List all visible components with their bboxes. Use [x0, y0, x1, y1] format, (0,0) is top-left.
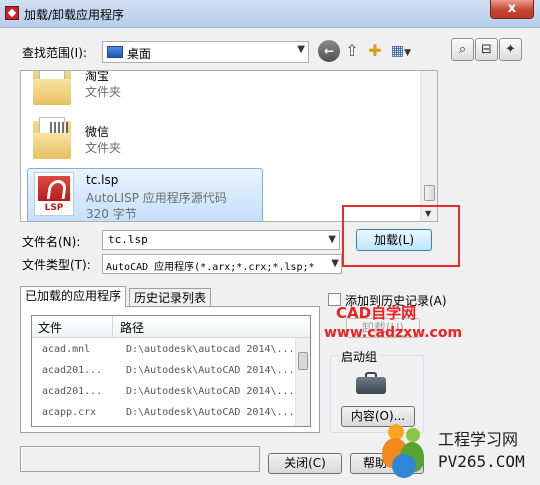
file-name: 淘宝	[85, 70, 110, 83]
watermark-brand: 工程学习网	[438, 430, 519, 449]
scrollbar-thumb[interactable]	[424, 185, 435, 201]
tab-history-list[interactable]: 历史记录列表	[129, 288, 212, 307]
look-in-label: 查找范围(I):	[22, 46, 87, 60]
folder-icon	[33, 71, 71, 105]
views-menu-icon[interactable]: ▦▼	[387, 40, 415, 62]
highlight-box	[342, 205, 460, 267]
file-list-scrollbar[interactable]: ▼	[420, 71, 437, 221]
load-unload-dialog: 加载/卸载应用程序 x 查找范围(I): 桌面 ▼ ← ⇧ ✚ ▦▼ ⌕ ⊟ ✦…	[0, 0, 540, 485]
look-in-value: 桌面	[127, 47, 152, 61]
loaded-apps-table[interactable]: 文件 路径 acad.mnl D:\autodesk\autocad 2014\.…	[31, 315, 311, 427]
folder-icon	[33, 117, 71, 159]
chevron-down-icon: ▼	[297, 44, 305, 55]
file-type-value: AutoCAD 应用程序(*.arx;*.crx;*.lsp;*	[106, 262, 315, 273]
look-in-combo[interactable]: 桌面 ▼	[102, 41, 309, 63]
briefcase-icon	[356, 372, 386, 394]
table-row[interactable]: acapp.crx D:\Autodesk\AutoCAD 2014\...	[32, 403, 295, 424]
close-button[interactable]: 关闭(C)	[268, 453, 342, 474]
table-header: 文件 路径	[32, 316, 310, 338]
add-favorite-icon[interactable]: ✦	[499, 38, 522, 61]
file-name-label: 文件名(N):	[22, 235, 81, 249]
title-bar: 加载/卸载应用程序 x	[0, 0, 540, 28]
table-scrollbar[interactable]	[295, 338, 310, 426]
file-name-input[interactable]: tc.lsp ▼	[102, 230, 340, 250]
file-type: 文件夹	[85, 85, 122, 99]
table-row[interactable]: acad.mnl D:\autodesk\autocad 2014\...	[32, 340, 295, 361]
scrollbar-thumb[interactable]	[298, 352, 308, 370]
table-row[interactable]: acad201... D:\Autodesk\AutoCAD 2014\...	[32, 361, 295, 382]
desktop-icon	[107, 46, 123, 58]
chevron-down-icon: ▼	[328, 234, 336, 245]
file-list[interactable]: 淘宝 文件夹 微信 文件夹 LSP tc.lsp AutoLISP 应用程序源代…	[20, 70, 438, 222]
watermark-site-name: CAD自学网	[336, 304, 417, 322]
list-item-selected[interactable]: LSP tc.lsp AutoLISP 应用程序源代码 320 字节	[27, 168, 263, 221]
watermark-brand-url: PV265.COM	[438, 452, 525, 471]
file-size: 320 字节	[86, 207, 137, 221]
list-item[interactable]: 淘宝 文件夹	[27, 70, 263, 111]
up-folder-icon[interactable]: ⇧	[341, 40, 363, 62]
column-file[interactable]: 文件	[38, 319, 62, 336]
file-name: tc.lsp	[86, 173, 119, 187]
file-type: 文件夹	[85, 141, 122, 155]
list-item[interactable]: 微信 文件夹	[27, 115, 263, 167]
people-logo-icon	[380, 424, 436, 482]
file-type-label: 文件类型(T):	[22, 258, 91, 272]
window-close-button[interactable]: x	[490, 0, 534, 19]
file-type-select[interactable]: AutoCAD 应用程序(*.arx;*.crx;*.lsp;* ▼	[102, 254, 342, 274]
file-name: 微信	[85, 125, 110, 139]
autocad-app-icon	[5, 6, 19, 20]
new-folder-icon[interactable]: ✚	[364, 40, 386, 62]
chevron-down-icon: ▼	[331, 258, 339, 269]
status-bar	[20, 446, 260, 472]
column-path[interactable]: 路径	[120, 319, 144, 336]
table-row[interactable]: acad201... D:\Autodesk\AutoCAD 2014\...	[32, 382, 295, 403]
watermark-site-url: www.cadzxw.com	[324, 325, 463, 341]
file-type: AutoLISP 应用程序源代码	[86, 191, 227, 205]
locate-icon[interactable]: ⊟	[475, 38, 498, 61]
tab-loaded-applications[interactable]: 已加载的应用程序	[20, 286, 127, 307]
watermark-logo: 工程学习网 PV265.COM	[380, 420, 540, 485]
back-icon[interactable]: ←	[318, 40, 340, 62]
find-icon[interactable]: ⌕	[451, 38, 474, 61]
lsp-file-icon: LSP	[34, 172, 74, 216]
loaded-apps-panel: 文件 路径 acad.mnl D:\autodesk\autocad 2014\.…	[20, 306, 320, 433]
startup-suite-title: 启动组	[338, 348, 381, 365]
window-title: 加载/卸载应用程序	[24, 8, 125, 22]
file-name-value: tc.lsp	[108, 233, 148, 246]
